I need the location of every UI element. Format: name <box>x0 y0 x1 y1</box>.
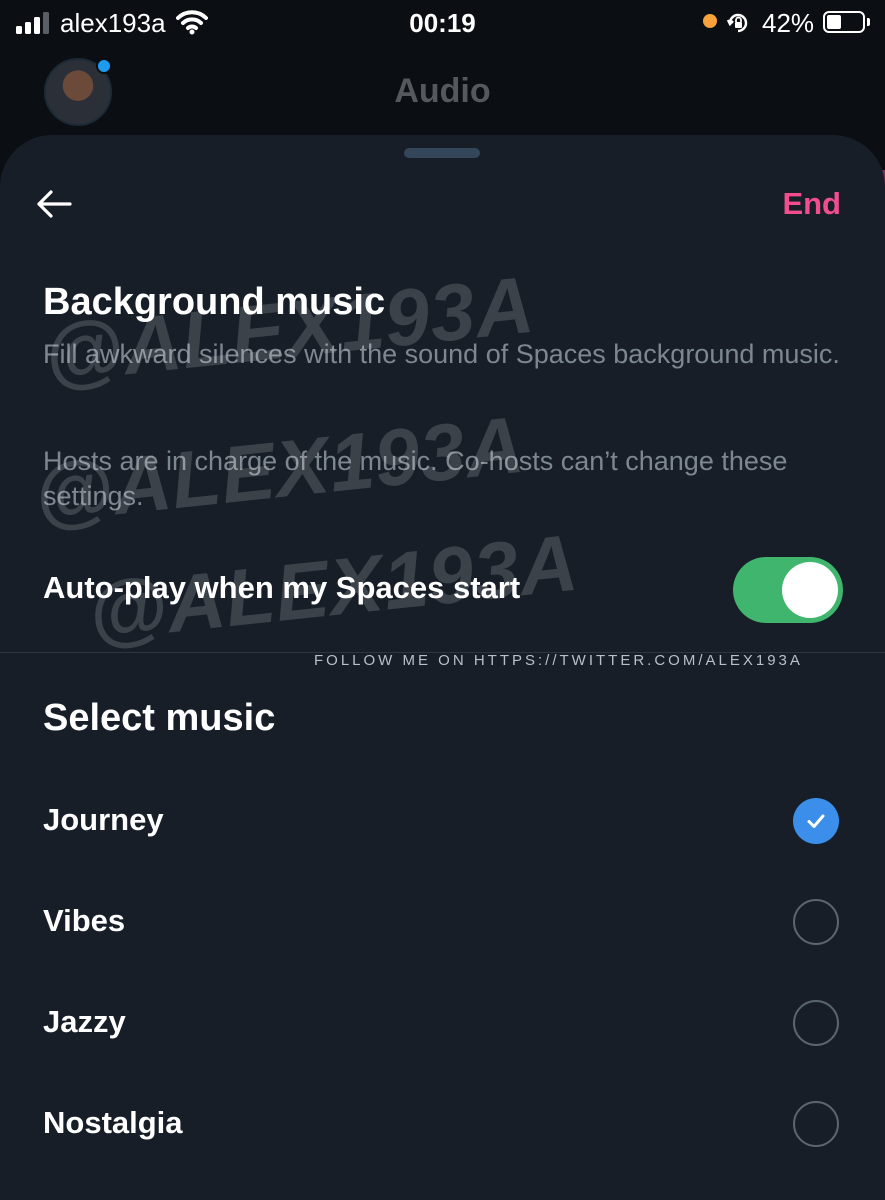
status-bar: alex193a 00:19 42% <box>0 0 885 46</box>
battery-icon <box>823 11 865 33</box>
music-option-label: Vibes <box>43 903 126 938</box>
hosts-note: Hosts are in charge of the music. Co-hos… <box>43 446 788 511</box>
toggle-knob <box>782 562 838 618</box>
radio-button[interactable] <box>793 1000 839 1046</box>
radio-button[interactable] <box>793 899 839 945</box>
music-option-label: Journey <box>43 802 164 837</box>
sheet-drag-handle[interactable] <box>404 148 480 158</box>
battery-level <box>827 15 841 29</box>
background-music-description: Fill awkward silences with the sound of … <box>43 339 840 369</box>
orange-dot-indicator <box>703 14 717 28</box>
select-music-title: Select music <box>43 697 276 739</box>
autoplay-label: Auto-play when my Spaces start <box>43 570 521 605</box>
radio-button[interactable] <box>793 798 839 844</box>
music-option-vibes[interactable]: Vibes <box>0 875 885 965</box>
checkmark-icon <box>807 814 825 828</box>
music-option-label: Nostalgia <box>43 1105 183 1140</box>
music-option-jazzy[interactable]: Jazzy <box>0 976 885 1066</box>
end-button[interactable]: End <box>782 186 841 222</box>
clock: 00:19 <box>409 8 476 38</box>
radio-button[interactable] <box>793 1101 839 1147</box>
orientation-lock-icon <box>726 13 748 33</box>
page-title: Audio <box>394 72 491 110</box>
watermark-follow-text: FOLLOW ME ON HTTPS://TWITTER.COM/ALEX193… <box>314 652 803 669</box>
battery-cap <box>867 18 870 26</box>
music-option-label: Jazzy <box>43 1004 126 1039</box>
battery-percent: 42% <box>762 8 815 38</box>
back-button[interactable] <box>28 180 80 228</box>
music-option-nostalgia[interactable]: Nostalgia <box>0 1077 885 1167</box>
background-music-title: Background music <box>43 281 386 323</box>
arrow-left-icon <box>37 190 72 218</box>
music-option-journey[interactable]: Journey <box>0 774 885 864</box>
autoplay-toggle[interactable] <box>733 557 843 623</box>
